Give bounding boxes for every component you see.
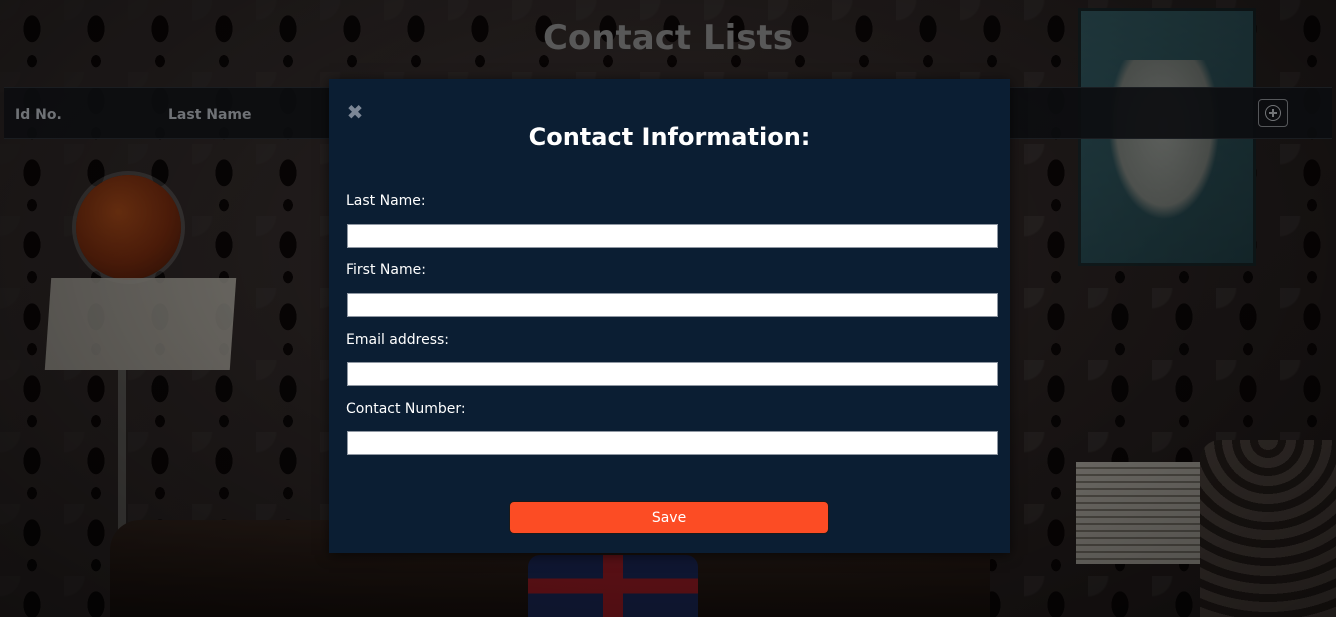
first-name-input[interactable] [347, 293, 998, 317]
contact-number-input[interactable] [347, 431, 998, 455]
email-label: Email address: [346, 332, 450, 348]
last-name-input[interactable] [347, 224, 998, 248]
modal-title: Contact Information: [528, 123, 811, 151]
save-button[interactable]: Save [509, 501, 829, 534]
close-icon[interactable]: ✖ [346, 102, 364, 122]
first-name-label: First Name: [346, 262, 426, 278]
last-name-label: Last Name: [346, 193, 426, 209]
email-input[interactable] [347, 362, 998, 386]
contact-modal: ✖ Contact Information: Last Name: First … [329, 79, 1010, 553]
contact-number-label: Contact Number: [346, 401, 466, 417]
